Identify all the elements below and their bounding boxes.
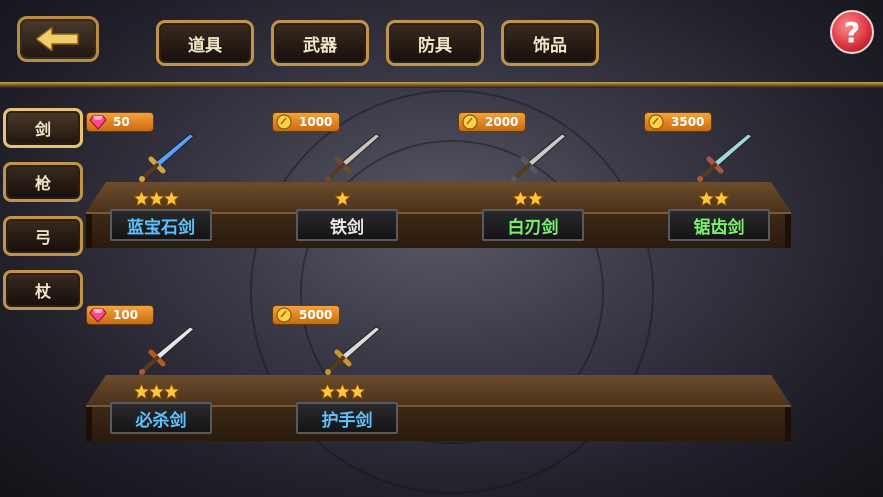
sword-icon xyxy=(139,326,195,375)
shop-item[interactable]: 1000 铁剑 xyxy=(272,112,412,252)
item-name: 蓝宝石剑 xyxy=(110,209,212,241)
tab-items[interactable]: 道具 xyxy=(156,20,254,66)
star-icon xyxy=(713,190,730,207)
back-button[interactable] xyxy=(17,16,99,62)
gold-coin-icon xyxy=(276,307,292,323)
gem-icon xyxy=(89,115,107,130)
category-staff[interactable]: 杖 xyxy=(3,270,83,310)
sword-icon xyxy=(139,133,195,182)
gold-coin-icon xyxy=(462,114,478,130)
star-rating xyxy=(644,190,784,207)
gold-coin-icon xyxy=(648,114,664,130)
sword-icon xyxy=(325,326,381,375)
sword-icon xyxy=(325,133,381,182)
price-tag: 100 xyxy=(86,305,154,325)
star-rating xyxy=(272,383,412,400)
price-tag: 5000 xyxy=(272,305,340,325)
star-icon xyxy=(348,383,366,400)
star-icon xyxy=(162,190,180,207)
star-rating xyxy=(272,190,412,207)
item-name: 必杀剑 xyxy=(110,402,212,434)
shop-item[interactable]: 2000 白刃剑 xyxy=(458,112,598,252)
price-tag: 50 xyxy=(86,112,154,132)
item-name: 铁剑 xyxy=(296,209,398,241)
gold-coin-icon xyxy=(276,114,292,130)
shop-item[interactable]: 50 蓝宝石剑 xyxy=(86,112,226,252)
star-rating xyxy=(86,190,226,207)
sword-icon xyxy=(511,133,567,182)
shop-item[interactable]: 5000 护手剑 xyxy=(272,305,412,445)
top-tab-bar: 道具 武器 防具 饰品 xyxy=(156,20,599,66)
category-spear[interactable]: 枪 xyxy=(3,162,83,202)
back-arrow-icon xyxy=(36,27,79,51)
gem-icon xyxy=(89,308,107,323)
header-divider xyxy=(0,82,883,88)
star-rating xyxy=(458,190,598,207)
sword-icon xyxy=(697,133,753,182)
shop-item[interactable]: 3500 锯齿剑 xyxy=(644,112,784,252)
category-bow[interactable]: 弓 xyxy=(3,216,83,256)
star-icon xyxy=(527,190,544,207)
help-button[interactable]: ? xyxy=(830,10,874,54)
item-name: 护手剑 xyxy=(296,402,398,434)
item-name: 锯齿剑 xyxy=(668,209,770,241)
tab-weapons[interactable]: 武器 xyxy=(271,20,369,66)
weapon-category-list: 剑 枪 弓 杖 xyxy=(3,108,83,310)
category-sword[interactable]: 剑 xyxy=(3,108,83,148)
tab-accessories[interactable]: 饰品 xyxy=(501,20,599,66)
item-name: 白刃剑 xyxy=(482,209,584,241)
star-icon xyxy=(333,190,351,207)
star-icon xyxy=(162,383,180,400)
tab-armor[interactable]: 防具 xyxy=(386,20,484,66)
shop-item[interactable]: 100 必杀剑 xyxy=(86,305,226,445)
price-tag: 3500 xyxy=(644,112,712,132)
star-rating xyxy=(86,383,226,400)
price-tag: 1000 xyxy=(272,112,340,132)
price-tag: 2000 xyxy=(458,112,526,132)
